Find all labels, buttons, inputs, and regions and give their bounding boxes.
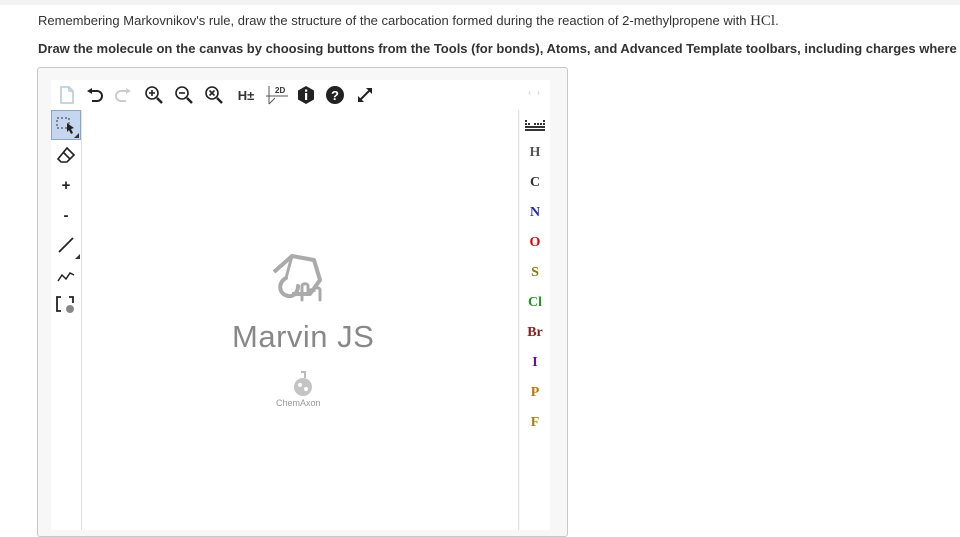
zoom-in-icon: [145, 86, 163, 104]
hydrogen-toggle-button[interactable]: H±: [233, 80, 259, 110]
info-icon: [298, 86, 314, 104]
svg-text:2D: 2D: [275, 86, 285, 95]
tools-toolbar: + -: [51, 110, 81, 530]
rectangle-select-icon: [56, 117, 74, 134]
eraser-tool-button[interactable]: [51, 140, 81, 170]
tool-menu-corner: [74, 133, 79, 138]
periodic-table-button[interactable]: [520, 110, 550, 140]
zoom-in-button[interactable]: [143, 80, 165, 110]
top-strip: [0, 0, 960, 5]
eraser-icon: [56, 146, 76, 163]
zoom-out-button[interactable]: [173, 80, 195, 110]
redo-icon: [115, 88, 131, 102]
instructions-text: Draw the molecule on the canvas by choos…: [38, 41, 957, 56]
minus-icon: -: [63, 206, 69, 224]
new-document-button[interactable]: [56, 80, 78, 110]
svg-text:?: ?: [331, 88, 339, 103]
bracket-icon: [56, 296, 74, 313]
atom-f-button[interactable]: F: [520, 408, 550, 438]
atom-h-label: H: [529, 145, 541, 160]
atom-cl-button[interactable]: Cl: [520, 288, 550, 318]
increase-charge-button[interactable]: +: [51, 170, 81, 200]
clean-2d-button[interactable]: 2D: [265, 80, 289, 110]
logo-text: Marvin JS: [232, 319, 375, 354]
atom-c-label: C: [529, 175, 541, 190]
question-text: Remembering Markovnikov's rule, draw the…: [38, 13, 779, 30]
undo-button[interactable]: [84, 80, 106, 110]
decrease-charge-button[interactable]: -: [51, 200, 81, 230]
single-bond-icon: [58, 237, 74, 253]
atom-o-button[interactable]: O: [520, 228, 550, 258]
atom-n-label: N: [529, 205, 541, 220]
atom-h-button[interactable]: H: [520, 138, 550, 168]
help-icon: ?: [326, 86, 344, 104]
clean-2d-icon: 2D: [266, 86, 288, 105]
atoms-toolbar: ‹ › H C N O S Cl Br I P F: [520, 80, 550, 530]
zoom-out-icon: [175, 86, 193, 104]
plus-icon: +: [61, 176, 71, 194]
chain-tool-button[interactable]: [51, 260, 81, 290]
atom-br-button[interactable]: Br: [520, 318, 550, 348]
zoom-reset-icon: [205, 86, 223, 104]
logo-subtext: ChemAxon: [276, 398, 321, 408]
single-bond-tool-button[interactable]: [51, 230, 81, 260]
zoom-reset-button[interactable]: [203, 80, 225, 110]
toolbar-scroll-arrows[interactable]: ‹ ›: [520, 88, 550, 97]
atom-f-label: F: [530, 415, 540, 430]
atom-o-label: O: [529, 235, 541, 250]
atom-i-label: I: [532, 355, 538, 370]
help-button[interactable]: ?: [324, 80, 346, 110]
tool-menu-corner: [75, 254, 80, 259]
atom-s-label: S: [531, 265, 539, 280]
atom-p-button[interactable]: P: [520, 378, 550, 408]
select-tool-button[interactable]: [51, 110, 81, 140]
reagent-formula: HCl: [750, 13, 776, 29]
atom-p-label: P: [530, 385, 540, 400]
info-button[interactable]: [295, 80, 317, 110]
undo-icon: [87, 88, 103, 102]
question-prefix: Remembering Markovnikov's rule, draw the…: [38, 13, 751, 28]
redo-button[interactable]: [112, 80, 134, 110]
hydrogen-toggle-label: H±: [237, 87, 255, 103]
atom-i-button[interactable]: I: [520, 348, 550, 378]
fullscreen-button[interactable]: [354, 80, 376, 110]
marvin-logo-icon: [272, 254, 322, 302]
chemaxon-logo-icon: [294, 371, 312, 396]
periodic-table-icon: [525, 120, 545, 131]
top-toolbar: H± 2D ?: [51, 80, 548, 110]
atom-br-label: Br: [527, 325, 543, 340]
atom-cl-label: Cl: [528, 295, 542, 310]
expand-icon: [358, 88, 372, 102]
atom-c-button[interactable]: C: [520, 168, 550, 198]
chain-icon: [57, 272, 75, 282]
question-suffix: .: [775, 13, 779, 28]
bracket-tool-button[interactable]: [51, 290, 81, 320]
atom-s-button[interactable]: S: [520, 258, 550, 288]
atom-n-button[interactable]: N: [520, 198, 550, 228]
document-icon: [60, 86, 74, 104]
